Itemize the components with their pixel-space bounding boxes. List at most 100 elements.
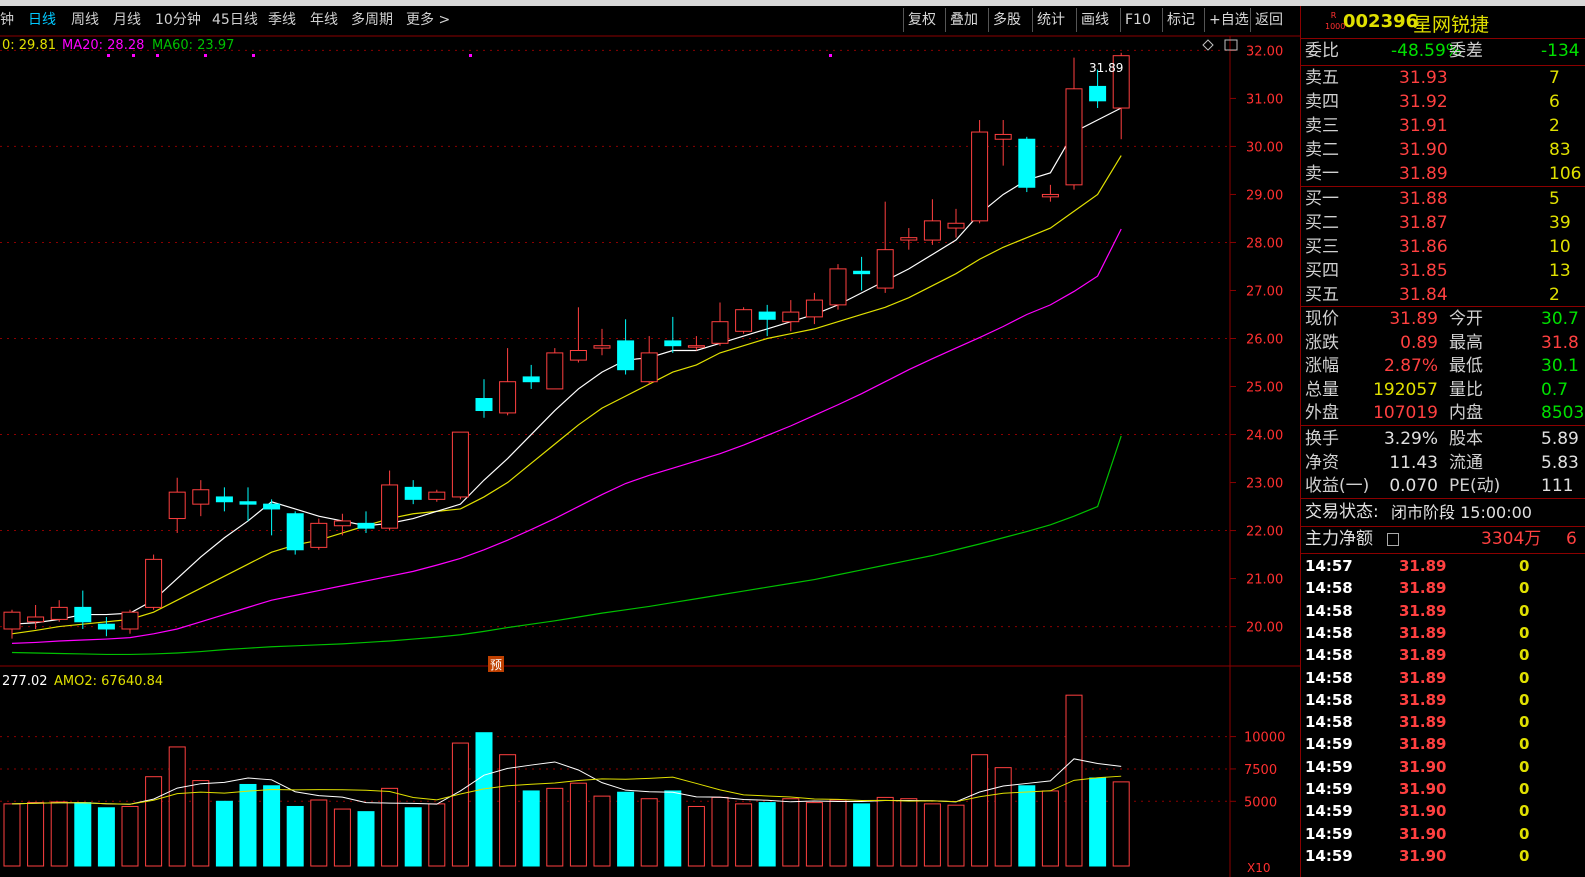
volume-bar (499, 754, 517, 867)
candle-up (50, 606, 68, 620)
candle-up (1065, 88, 1083, 186)
price-axis-label: 29.00 (1246, 188, 1283, 203)
quote-row: 卖二 31.90 83 (1301, 139, 1585, 162)
candle-up (923, 220, 941, 241)
volume-bar (1112, 781, 1130, 867)
weicha-value: -134 (1541, 41, 1580, 61)
weicha-label: 委差 (1449, 41, 1483, 61)
ask-level-label: 卖四 (1305, 92, 1339, 112)
candle-down (1018, 138, 1036, 188)
main-flow-extra: 6 (1566, 529, 1577, 549)
volume-bar (593, 795, 611, 867)
candle-down (286, 513, 304, 551)
stat2-value: 3.29% (1383, 429, 1438, 449)
quote-row: 买二 31.87 39 (1301, 212, 1585, 235)
tick-row: 14:59 31.89 0 (1301, 733, 1585, 755)
tick-volume: 0 (1519, 713, 1530, 732)
candle-up (192, 489, 210, 505)
tick-row: 14:58 31.89 0 (1301, 600, 1585, 622)
stock-code: 002396 (1343, 11, 1419, 32)
volume-bar (994, 767, 1012, 867)
candle-up (782, 311, 800, 323)
candle-up (829, 268, 847, 306)
tick-volume: 0 (1519, 668, 1530, 687)
candle-down (664, 340, 682, 347)
volume-bar (475, 732, 493, 867)
price-axis-label: 21.00 (1246, 573, 1283, 588)
signal-marker (829, 54, 832, 57)
stat-label: 涨幅 (1305, 356, 1339, 376)
tick-price: 31.89 (1399, 601, 1447, 620)
candle-down (404, 486, 422, 500)
volume-bar (239, 783, 257, 867)
candle-up (451, 431, 469, 498)
main-flow-label: 主力净额 (1305, 529, 1373, 549)
candle-up (947, 222, 965, 229)
tick-volume: 0 (1519, 846, 1530, 865)
volume-bar (735, 803, 753, 867)
tick-row: 14:58 31.89 0 (1301, 622, 1585, 644)
kline-chart[interactable]: 32.00 31.00 30.00 29.00 28.00 27.00 26.00 25.00… (0, 0, 1300, 877)
signal-marker (469, 54, 472, 57)
window-icon[interactable] (1224, 39, 1238, 51)
volume-bar (145, 776, 163, 867)
bid-price: 31.87 (1399, 213, 1448, 233)
volume-bar (617, 791, 635, 867)
stat-label-2: 最高 (1449, 332, 1483, 353)
price-axis-label: 20.00 (1246, 621, 1283, 636)
stat2-value-2: 111 (1541, 476, 1574, 496)
stat2-label-2: 流通 (1449, 452, 1483, 473)
volume-bar (286, 805, 304, 867)
volume-bar (27, 802, 45, 867)
ask-price: 31.93 (1399, 68, 1448, 88)
signal-marker (132, 54, 135, 57)
ask-level-label: 卖一 (1305, 164, 1339, 184)
candle-up (121, 611, 139, 630)
candle-down (1089, 85, 1107, 102)
stat2-label: 净资 (1305, 452, 1339, 473)
quote-row: 涨幅 2.87% 最低 30.1 (1301, 355, 1585, 378)
tick-volume: 0 (1519, 646, 1530, 665)
volume-bar (451, 742, 469, 867)
tick-time: 14:59 (1305, 824, 1353, 843)
tick-price: 31.89 (1399, 623, 1447, 642)
stat-value-2: 30.7 (1541, 309, 1579, 329)
stat2-value-2: 5.83 (1541, 452, 1579, 473)
volume-bar (782, 798, 800, 867)
candle-up (1041, 193, 1059, 198)
list-icon[interactable] (1387, 533, 1399, 546)
volume-bar (805, 802, 823, 867)
ma20-legend: MA20: 28.28 (62, 38, 144, 53)
tick-volume: 0 (1519, 690, 1530, 709)
quote-row: 现价 31.89 今开 30.7 (1301, 308, 1585, 331)
bid-volume: 10 (1549, 237, 1571, 257)
volume-bar (687, 805, 705, 867)
stat2-label: 收益(一) (1305, 476, 1370, 496)
volume-bars (3, 694, 1130, 867)
quote-row: 卖三 31.91 2 (1301, 115, 1585, 138)
tick-time: 14:57 (1305, 557, 1353, 575)
candle-down (215, 496, 233, 503)
bid-level-label: 买一 (1305, 189, 1339, 209)
stat-label: 涨跌 (1305, 332, 1339, 353)
volume-bar (1041, 790, 1059, 867)
signal-marker (252, 54, 255, 57)
volume-legend-a: 277.02 (2, 674, 48, 689)
ask-volume: 6 (1549, 92, 1560, 112)
candle-down (97, 623, 115, 630)
volume-bar (640, 798, 658, 867)
tick-row: 14:58 31.89 0 (1301, 667, 1585, 689)
tick-time: 14:59 (1305, 735, 1353, 754)
tick-price: 31.90 (1399, 846, 1447, 865)
volume-bar (3, 803, 21, 867)
signal-marker (204, 54, 207, 57)
chart-grid (0, 35, 1300, 877)
ma60-line (11, 435, 1122, 656)
stat-value: 0.89 (1400, 332, 1438, 353)
candle-up (900, 237, 918, 241)
tick-price: 31.90 (1399, 824, 1447, 843)
tick-row: 14:58 31.89 0 (1301, 689, 1585, 711)
stat2-label-2: PE(动) (1449, 476, 1501, 496)
diamond-icon[interactable] (1202, 39, 1214, 51)
quote-row: 买五 31.84 2 (1301, 284, 1585, 307)
